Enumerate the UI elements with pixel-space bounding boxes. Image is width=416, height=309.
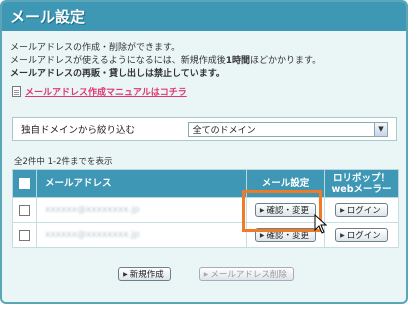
confirm-change-button[interactable]: ▶ 確認・変更 [254, 228, 317, 242]
document-icon [12, 86, 21, 97]
domain-filter: 独自ドメインから絞り込む 全てのドメイン ▼ [12, 117, 397, 141]
settings-cell: ▶ 確認・変更 [246, 222, 325, 248]
row-checkbox-cell [12, 197, 37, 223]
email-column-header: メールアドレス [36, 169, 247, 198]
webmail-header-line2: webメーラー [331, 183, 392, 195]
intro-line-2: メールアドレスが使えるようになるには、新規作成後1時間ほどかかります。 [10, 55, 321, 68]
row-checkbox[interactable] [19, 204, 30, 216]
new-mail-label: 新規作成 [129, 270, 164, 280]
triangle-right-icon: ▶ [340, 231, 345, 239]
triangle-right-icon: ▶ [259, 206, 265, 214]
select-all-header [12, 169, 37, 198]
webmail-header-line1: ロリポップ！ [332, 172, 390, 184]
row-checkbox-cell [12, 222, 37, 248]
mail-address-table: メールアドレス メール設定 ロリポップ！ webメーラー xxxxxx@xxxx… [12, 169, 399, 248]
mail-settings-panel: メール設定 メールアドレスの作成・削除ができます。 メールアドレスが使えるように… [0, 0, 408, 304]
webmail-cell: ▶ ログイン [324, 197, 399, 223]
table-row: xxxxxx@xxxxxxxx.jp ▶ 確認・変更 ▶ ログイン [12, 197, 399, 223]
intro-line-2-post: ほどかかります。 [250, 56, 322, 66]
email-address: xxxxxx@xxxxxxxx.jp [45, 205, 140, 215]
table-row: xxxxxx@xxxxxxxx.jp ▶ 確認・変更 ▶ ログイン [12, 222, 399, 248]
manual-link-text[interactable]: メールアドレス作成マニュアルはコチラ [25, 85, 187, 98]
triangle-right-icon: ▶ [259, 231, 265, 239]
intro-line-1: メールアドレスの作成・削除ができます。 [10, 43, 181, 53]
webmail-cell: ▶ ログイン [324, 222, 399, 248]
intro-line-2-bold: 1時間 [225, 56, 250, 66]
email-cell: xxxxxx@xxxxxxxx.jp [36, 197, 247, 223]
login-button[interactable]: ▶ ログイン [335, 203, 388, 217]
email-address: xxxxxx@xxxxxxxx.jp [45, 230, 140, 240]
confirm-change-label: 確認・変更 [266, 231, 310, 241]
manual-link[interactable]: メールアドレス作成マニュアルはコチラ [12, 85, 187, 98]
chevron-down-icon[interactable]: ▼ [374, 122, 387, 136]
title-bar: メール設定 [2, 2, 406, 31]
new-mail-button[interactable]: ▶ 新規作成 [118, 267, 171, 281]
action-bar: ▶ 新規作成 ▶ メールアドレス削除 [2, 267, 406, 281]
settings-cell: ▶ 確認・変更 [246, 197, 325, 223]
intro-line-2-pre: メールアドレスが使えるようになるには、新規作成後 [10, 56, 226, 66]
domain-select[interactable]: 全てのドメイン ▼ [187, 121, 388, 137]
row-checkbox[interactable] [19, 229, 30, 241]
mouse-cursor-icon [314, 214, 328, 234]
table-header-row: メールアドレス メール設定 ロリポップ！ webメーラー [12, 169, 399, 198]
domain-select-value: 全てのドメイン [192, 125, 256, 136]
delete-mail-button[interactable]: ▶ メールアドレス削除 [198, 267, 294, 281]
login-label: ログイン [346, 206, 381, 216]
triangle-right-icon: ▶ [203, 270, 209, 278]
intro-text: メールアドレスの作成・削除ができます。 メールアドレスが使えるようになるには、新… [10, 42, 321, 81]
triangle-right-icon: ▶ [123, 270, 128, 278]
login-label: ログイン [346, 231, 381, 241]
result-count: 全2件中 1-2件までを表示 [14, 157, 113, 167]
intro-line-3: メールアドレスの再販・貸し出しは禁止しています。 [10, 69, 225, 79]
domain-filter-label: 独自ドメインから絞り込む [21, 125, 136, 136]
triangle-right-icon: ▶ [340, 206, 345, 214]
delete-mail-label: メールアドレス削除 [210, 270, 287, 280]
page-title: メール設定 [10, 8, 86, 26]
select-all-checkbox[interactable] [19, 178, 30, 189]
webmail-column-header: ロリポップ！ webメーラー [324, 169, 399, 198]
confirm-change-label: 確認・変更 [266, 206, 310, 216]
settings-column-header: メール設定 [246, 169, 325, 198]
confirm-change-button[interactable]: ▶ 確認・変更 [254, 203, 317, 217]
email-cell: xxxxxx@xxxxxxxx.jp [36, 222, 247, 248]
login-button[interactable]: ▶ ログイン [335, 228, 388, 242]
